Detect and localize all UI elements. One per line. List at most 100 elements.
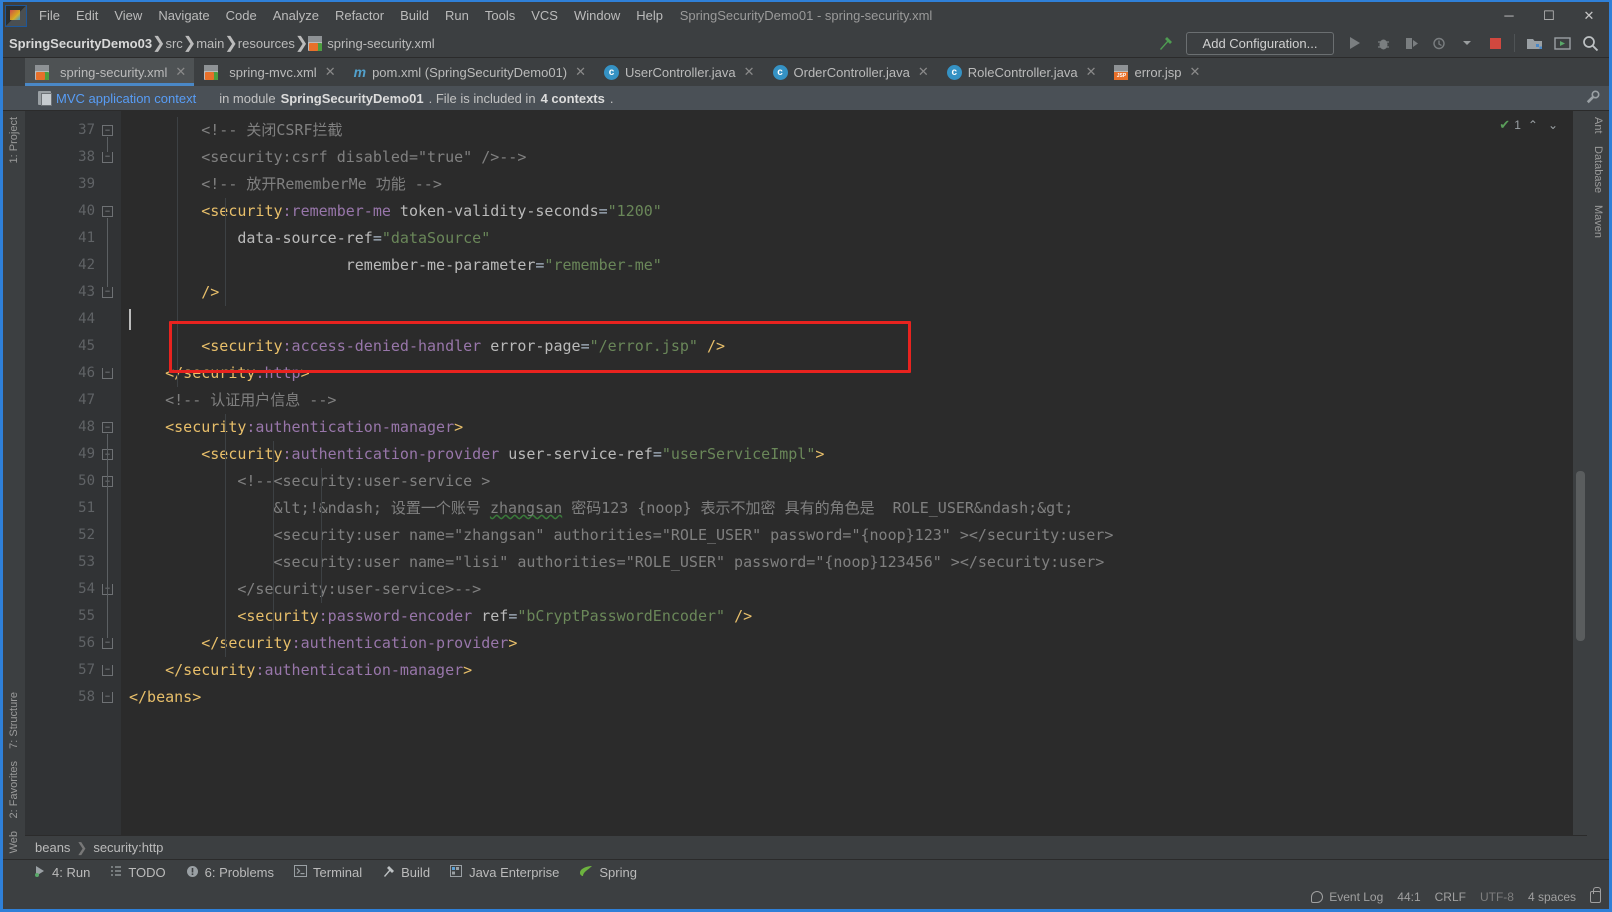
code-line[interactable]: <security:authentication-provider user-s…: [121, 441, 1573, 468]
tool-button-problems[interactable]: 6: Problems: [177, 862, 283, 884]
code-line[interactable]: data-source-ref="dataSource": [121, 225, 1573, 252]
menu-item-navigate[interactable]: Navigate: [150, 4, 217, 27]
code-line[interactable]: <!-- 关闭CSRF拦截: [121, 117, 1573, 144]
tab-ordercontroller-java[interactable]: c OrderController.java ✕: [763, 58, 937, 86]
fold-end-icon[interactable]: −: [102, 152, 113, 163]
tool-button-java-enterprise[interactable]: Java Enterprise: [441, 862, 568, 883]
tab-pom-xml[interactable]: m pom.xml (SpringSecurityDemo01) ✕: [344, 58, 594, 86]
tab-close-icon[interactable]: ✕: [918, 64, 929, 80]
fold-end-icon[interactable]: −: [102, 287, 113, 298]
run-with-coverage-icon[interactable]: [1398, 31, 1424, 55]
dropdown-arrow-icon[interactable]: [1454, 31, 1480, 55]
wrench-icon[interactable]: [1585, 89, 1601, 108]
code-line[interactable]: <security:user name="zhangsan" authoriti…: [121, 522, 1573, 549]
sidebar-item-structure[interactable]: 7: Structure: [6, 686, 22, 755]
menu-item-tools[interactable]: Tools: [477, 4, 523, 27]
breadcrumb-security-http[interactable]: security:http: [93, 840, 163, 855]
tool-button-spring[interactable]: Spring: [570, 862, 646, 883]
code-line[interactable]: </security:user-service>-->: [121, 576, 1573, 603]
event-log-button[interactable]: Event Log: [1311, 890, 1383, 904]
caret-position[interactable]: 44:1: [1397, 890, 1420, 904]
profile-icon[interactable]: [1426, 31, 1452, 55]
indent-setting[interactable]: 4 spaces: [1528, 890, 1576, 904]
tab-close-icon[interactable]: ✕: [175, 64, 186, 80]
tool-button-build[interactable]: Build: [373, 862, 439, 884]
code-line[interactable]: <security:password-encoder ref="bCryptPa…: [121, 603, 1573, 630]
previous-highlight-icon[interactable]: ⌃: [1525, 118, 1541, 132]
tab-usercontroller-java[interactable]: c UserController.java ✕: [594, 58, 762, 86]
lock-icon[interactable]: [1590, 887, 1601, 903]
code-line[interactable]: <security:user name="lisi" authorities="…: [121, 549, 1573, 576]
menu-item-view[interactable]: View: [106, 4, 150, 27]
minimize-button[interactable]: ─: [1489, 2, 1529, 29]
breadcrumb-src[interactable]: src: [165, 36, 182, 51]
code-content[interactable]: <!-- 关闭CSRF拦截 <security:csrf disabled="t…: [121, 111, 1573, 835]
code-line[interactable]: </beans>: [121, 684, 1573, 711]
breadcrumb-project[interactable]: SpringSecurityDemo03: [9, 36, 152, 51]
code-line[interactable]: <security:csrf disabled="true" />-->: [121, 144, 1573, 171]
breadcrumb-main[interactable]: main: [196, 36, 224, 51]
add-configuration-button[interactable]: Add Configuration...: [1186, 31, 1334, 55]
menu-item-vcs[interactable]: VCS: [523, 4, 566, 27]
file-encoding[interactable]: UTF-8: [1480, 890, 1514, 904]
tab-close-icon[interactable]: ✕: [1086, 64, 1097, 80]
menu-item-analyze[interactable]: Analyze: [265, 4, 327, 27]
tool-button-terminal[interactable]: Terminal: [285, 862, 371, 883]
tab-rolecontroller-java[interactable]: c RoleController.java ✕: [937, 58, 1105, 86]
menu-item-refactor[interactable]: Refactor: [327, 4, 392, 27]
tab-close-icon[interactable]: ✕: [325, 64, 336, 80]
search-everywhere-icon[interactable]: [1577, 31, 1603, 55]
breadcrumb-resources[interactable]: resources: [238, 36, 295, 51]
menu-item-edit[interactable]: Edit: [68, 4, 106, 27]
editor-scrollbar[interactable]: [1573, 111, 1587, 835]
tab-close-icon[interactable]: ✕: [1189, 64, 1200, 80]
code-line[interactable]: </security:http>: [121, 360, 1573, 387]
code-line[interactable]: />: [121, 279, 1573, 306]
code-line[interactable]: &lt;!&ndash; 设置一个账号 zhangsan 密码123 {noop…: [121, 495, 1573, 522]
sidebar-item-project[interactable]: 1: Project: [6, 111, 22, 169]
fold-end-icon[interactable]: −: [102, 638, 113, 649]
mvc-application-context-link[interactable]: MVC application context: [56, 91, 196, 106]
menu-item-help[interactable]: Help: [628, 4, 671, 27]
code-line[interactable]: [121, 306, 1573, 333]
code-line[interactable]: <!-- 认证用户信息 -->: [121, 387, 1573, 414]
code-line[interactable]: <security:access-denied-handler error-pa…: [121, 333, 1573, 360]
menu-item-file[interactable]: File: [31, 4, 68, 27]
scrollbar-thumb[interactable]: [1576, 471, 1585, 641]
tab-error-jsp[interactable]: error.jsp ✕: [1104, 58, 1208, 86]
fold-collapse-icon[interactable]: −: [102, 125, 113, 136]
run-icon[interactable]: [1342, 31, 1368, 55]
sidebar-item-favorites[interactable]: 2: Favorites: [6, 755, 22, 824]
tab-spring-security-xml[interactable]: spring-security.xml ✕: [25, 58, 195, 86]
maximize-button[interactable]: ☐: [1529, 2, 1569, 29]
code-line[interactable]: </security:authentication-provider>: [121, 630, 1573, 657]
tab-close-icon[interactable]: ✕: [575, 64, 586, 80]
updates-icon[interactable]: [1549, 31, 1575, 55]
code-line[interactable]: </security:authentication-manager>: [121, 657, 1573, 684]
code-editor[interactable]: 37−38−3940−414243−444546−4748−49−50−5152…: [25, 111, 1587, 835]
code-line[interactable]: <!--<security:user-service >: [121, 468, 1573, 495]
close-button[interactable]: ✕: [1569, 2, 1609, 29]
tab-close-icon[interactable]: ✕: [744, 64, 755, 80]
breadcrumb-file[interactable]: spring-security.xml: [308, 35, 435, 51]
code-line[interactable]: <security:remember-me token-validity-sec…: [121, 198, 1573, 225]
fold-end-icon[interactable]: −: [102, 692, 113, 703]
project-structure-icon[interactable]: [1521, 31, 1547, 55]
hammer-build-icon[interactable]: [1152, 31, 1178, 55]
menu-item-code[interactable]: Code: [218, 4, 265, 27]
fold-end-icon[interactable]: −: [102, 368, 113, 379]
inspection-widget[interactable]: ✔ 1 ⌃ ⌄: [1499, 117, 1561, 133]
editor-gutter[interactable]: 37−38−3940−414243−444546−4748−49−50−5152…: [25, 111, 121, 835]
sidebar-item-maven[interactable]: Maven: [1590, 199, 1606, 244]
debug-icon[interactable]: [1370, 31, 1396, 55]
menu-item-window[interactable]: Window: [566, 4, 628, 27]
breadcrumb-beans[interactable]: beans: [35, 840, 70, 855]
menu-item-run[interactable]: Run: [437, 4, 477, 27]
code-line[interactable]: <security:authentication-manager>: [121, 414, 1573, 441]
code-line[interactable]: remember-me-parameter="remember-me": [121, 252, 1573, 279]
tab-spring-mvc-xml[interactable]: spring-mvc.xml ✕: [194, 58, 343, 86]
fold-collapse-icon[interactable]: −: [102, 206, 113, 217]
line-separator[interactable]: CRLF: [1435, 890, 1466, 904]
menu-item-build[interactable]: Build: [392, 4, 437, 27]
sidebar-item-database[interactable]: Database: [1590, 140, 1606, 199]
